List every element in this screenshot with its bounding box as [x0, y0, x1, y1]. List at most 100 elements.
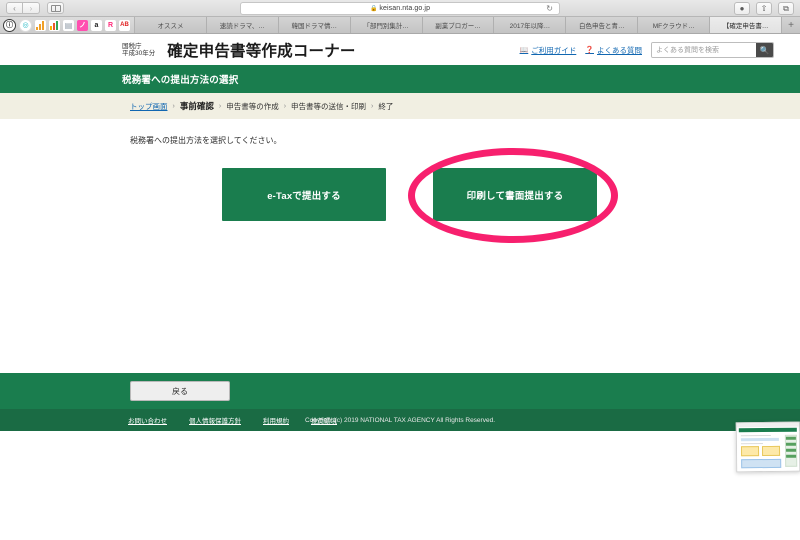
thumbnail-side-item — [786, 454, 797, 458]
rakuten-favicon[interactable]: R — [105, 19, 116, 31]
thumbnail-block — [740, 437, 779, 442]
thumbnail-header — [736, 422, 799, 428]
download-icon: ● — [739, 4, 745, 13]
browser-tab[interactable]: 2017年以降… — [494, 17, 567, 33]
screen-root: ‹ › 🔒 keisan.nta.go.jp ↻ ● ⇧ ⧉ ⓘ ◎ ▤ ノ a… — [0, 0, 800, 540]
footer-link-privacy[interactable]: 個人情報保護方針 — [189, 415, 241, 425]
thumbnail-table — [741, 458, 782, 469]
bookmark-favicons: ⓘ ◎ ▤ ノ a R AB — [0, 17, 135, 33]
info-circle-favicon[interactable]: ⓘ — [3, 18, 16, 32]
back-button[interactable]: ‹ — [6, 2, 23, 14]
submission-method-choices: e-Taxで提出する 印刷して書面提出する — [222, 168, 800, 221]
new-tab-button[interactable]: + — [782, 17, 800, 33]
browser-tab-label: 「部門別集計… — [363, 23, 409, 30]
faq-link[interactable]: ❓ よくある質問 — [585, 45, 642, 56]
browser-tab-label: MFクラウド… — [652, 23, 695, 30]
faq-label: よくある質問 — [597, 45, 642, 55]
browser-tab-label: オススメ — [157, 23, 184, 30]
footer-links-bar: お問い合わせ 個人情報保護方針 利用規約 推奨環境 Copyright (c) … — [0, 409, 800, 431]
question-icon: ❓ — [585, 47, 594, 54]
thumbnail-content — [736, 422, 800, 472]
print-paper-submit-button[interactable]: 印刷して書面提出する — [433, 168, 597, 221]
breadcrumb-item-create: 申告書等の作成 — [226, 101, 279, 111]
breadcrumb: トップ画面 › 事前確認 › 申告書等の作成 › 申告書等の送信・印刷 › 終了 — [130, 100, 393, 112]
plus-icon: + — [788, 19, 794, 31]
sidebar-icon — [50, 4, 61, 12]
browser-tab[interactable]: 速読ドラマ、… — [206, 17, 279, 33]
orange-bars-favicon[interactable] — [35, 19, 46, 31]
breadcrumb-separator: › — [371, 102, 374, 110]
amazon-favicon[interactable]: a — [91, 19, 102, 31]
footer-link-requirements[interactable]: 推奨環境 — [311, 415, 337, 425]
web-page: 国税庁 平成30年分 確定申告書等作成コーナー 📖 ご利用ガイド ❓ よくある質… — [0, 35, 800, 540]
tabs-overview-icon: ⧉ — [783, 3, 789, 13]
thumbnail-side-item — [785, 436, 796, 440]
downloads-button[interactable]: ● — [734, 2, 750, 15]
toolbar-right-buttons: ● ⇧ ⧉ — [734, 2, 794, 15]
share-button[interactable]: ⇧ — [756, 2, 772, 15]
pink-n-favicon[interactable]: ノ — [77, 19, 88, 31]
book-icon: 📖 — [519, 47, 529, 54]
browser-tab-label: 副業ブロガー… — [435, 23, 481, 30]
breadcrumb-item-top[interactable]: トップ画面 — [130, 101, 168, 112]
breadcrumb-separator: › — [218, 102, 222, 110]
browser-tab-label: 2017年以降… — [509, 23, 551, 30]
browser-tab-strip: ⓘ ◎ ▤ ノ a R AB オススメ 速読ドラマ、… 韓国ドラマ情… 「部門別… — [0, 17, 800, 34]
browser-tab[interactable]: 「部門別集計… — [350, 17, 423, 33]
section-header-bar: 税務署への提出方法の選択 — [0, 65, 800, 93]
browser-tab-label: 速読ドラマ、… — [219, 23, 265, 30]
thumbnail-card — [740, 446, 760, 457]
browser-tab-label: 【確定申告書… — [722, 23, 769, 30]
footer-link-contact[interactable]: お問い合わせ — [128, 415, 167, 425]
share-icon: ⇧ — [760, 4, 768, 13]
address-bar[interactable]: 🔒 keisan.nta.go.jp ↻ — [240, 2, 560, 15]
browser-tab-active[interactable]: 【確定申告書… — [710, 17, 783, 33]
browser-tab[interactable]: 副業ブロガー… — [422, 17, 495, 33]
back-icon: ‹ — [13, 3, 16, 13]
page-blank-area — [0, 431, 800, 540]
thumbnail-line — [740, 434, 771, 437]
sidebar-toggle-button[interactable] — [47, 2, 64, 14]
section-heading: 税務署への提出方法の選択 — [122, 75, 239, 86]
address-bar-url: keisan.nta.go.jp — [379, 5, 431, 12]
search-button[interactable]: 🔍 — [756, 43, 773, 57]
user-guide-label: ご利用ガイド — [531, 45, 577, 55]
browser-tab[interactable]: 韓国ドラマ情… — [278, 17, 351, 33]
thumbnail-side-item — [785, 442, 796, 446]
browser-tab[interactable]: 白色申告と青… — [566, 17, 639, 33]
tab-overview-button[interactable]: ⧉ — [778, 2, 794, 15]
agency-name: 国税庁 — [122, 42, 142, 50]
forward-icon: › — [29, 3, 33, 13]
browser-toolbar: ‹ › 🔒 keisan.nta.go.jp ↻ ● ⇧ ⧉ — [0, 0, 800, 17]
browser-tab[interactable]: MFクラウド… — [638, 17, 711, 33]
gray-site-favicon[interactable]: ▤ — [63, 19, 74, 31]
main-content: 税務署への提出方法を選択してください。 e-Taxで提出する 印刷して書面提出す… — [0, 119, 800, 315]
footer-link-terms[interactable]: 利用規約 — [263, 415, 289, 425]
back-navigation-button[interactable]: 戻る — [130, 381, 230, 401]
etax-submit-button[interactable]: e-Taxで提出する — [222, 168, 386, 221]
reload-icon[interactable]: ↻ — [546, 4, 553, 13]
copyright-text: Copyright (c) 2019 NATIONAL TAX AGENCY A… — [304, 416, 496, 424]
faq-search: 🔍 — [651, 42, 774, 58]
browser-tab-label: 白色申告と青… — [579, 23, 625, 30]
search-icon: 🔍 — [759, 45, 770, 55]
footer-action-bar: 戻る — [0, 373, 800, 409]
thumbnail-green-bar — [738, 427, 797, 433]
breadcrumb-separator: › — [172, 102, 175, 110]
ab-red-favicon[interactable]: AB — [119, 19, 130, 31]
browser-tab[interactable]: オススメ — [135, 17, 207, 33]
page-thumbnail-preview[interactable] — [735, 421, 800, 473]
fiscal-year: 平成30年分 — [122, 50, 156, 57]
navigation-buttons: ‹ › — [6, 2, 64, 14]
breadcrumb-separator: › — [283, 102, 287, 110]
forward-button[interactable]: › — [23, 2, 40, 14]
breadcrumb-item-current: 事前確認 — [179, 101, 214, 111]
user-guide-link[interactable]: 📖 ご利用ガイド — [520, 45, 577, 56]
search-input[interactable] — [652, 43, 756, 57]
analytics-favicon[interactable] — [49, 19, 60, 31]
page-title: 確定申告書等作成コーナー — [167, 43, 356, 60]
thumbnail-card — [761, 445, 781, 457]
agency-brand: 国税庁 平成30年分 — [122, 43, 155, 58]
breadcrumb-strip: トップ画面 › 事前確認 › 申告書等の作成 › 申告書等の送信・印刷 › 終了 — [0, 93, 800, 119]
teal-circle-favicon[interactable]: ◎ — [19, 18, 32, 32]
